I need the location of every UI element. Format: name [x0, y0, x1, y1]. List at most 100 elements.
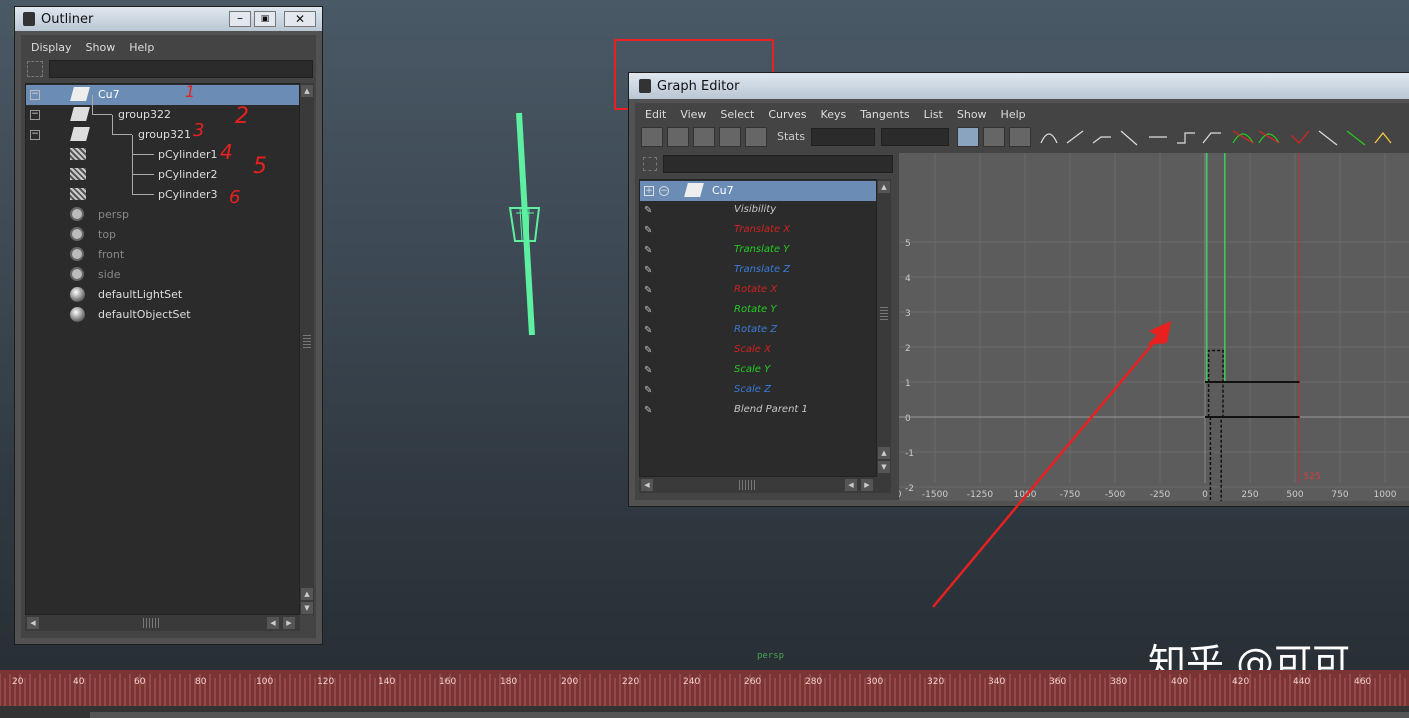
collapse-icon[interactable]: −	[30, 110, 40, 120]
pin-icon[interactable]: ✎	[644, 365, 656, 377]
tangent-tools[interactable]	[1037, 127, 1409, 147]
ge-channel-row[interactable]: ✎ Blend Parent 1	[640, 401, 876, 421]
scroll-left-button[interactable]: ◀	[845, 479, 857, 491]
frame-playback-icon[interactable]	[1009, 127, 1031, 147]
selected-object[interactable]	[500, 105, 560, 345]
scroll-grip[interactable]	[143, 618, 161, 628]
annotation: 5	[253, 154, 267, 179]
collapse-icon[interactable]: −	[30, 130, 40, 140]
scroll-grip[interactable]	[739, 480, 757, 490]
channel-label: Translate X	[734, 224, 791, 235]
outliner-horizontal-scrollbar[interactable]: ◀ ◀ ▶	[25, 615, 300, 631]
menu-curves[interactable]: Curves	[768, 108, 806, 121]
pin-icon[interactable]: ✎	[644, 325, 656, 337]
menu-view[interactable]: View	[680, 108, 706, 121]
menu-edit[interactable]: Edit	[645, 108, 666, 121]
frame-all-icon[interactable]	[957, 127, 979, 147]
pin-icon[interactable]: ✎	[644, 305, 656, 317]
ge-filter-toggle-icon[interactable]	[643, 157, 657, 171]
outliner-item[interactable]: top	[26, 225, 299, 245]
outliner-item[interactable]: defaultObjectSet	[26, 305, 299, 325]
collapse-icon[interactable]: −	[30, 90, 40, 100]
insert-key-tool-icon[interactable]	[667, 127, 689, 147]
menu-select[interactable]: Select	[720, 108, 754, 121]
time-slider-ticks[interactable]: 20 40 60 80 100 120 140 160 180 200 220 240 260 280 30…	[0, 670, 1409, 706]
scroll-right-button[interactable]: ▶	[283, 617, 295, 629]
scroll-right-button[interactable]: ▶	[861, 479, 873, 491]
pin-icon[interactable]: ✎	[644, 285, 656, 297]
scroll-up-button[interactable]: ▲	[878, 447, 890, 459]
outliner-filter-input[interactable]	[49, 60, 313, 78]
pin-icon[interactable]: ✎	[644, 245, 656, 257]
move-key-tool-icon[interactable]	[641, 127, 663, 147]
close-button[interactable]: ✕	[284, 11, 316, 27]
ge-channel-row[interactable]: ✎ Visibility	[640, 201, 876, 221]
pin-icon[interactable]: ✎	[644, 225, 656, 237]
expand-icon[interactable]: +	[644, 186, 654, 196]
menu-show[interactable]: Show	[86, 41, 116, 54]
channel-label: Scale X	[734, 344, 771, 355]
menu-keys[interactable]: Keys	[821, 108, 847, 121]
ge-channel-row[interactable]: ✎ Scale Y	[640, 361, 876, 381]
menu-help[interactable]: Help	[129, 41, 154, 54]
scroll-up-button[interactable]: ▲	[301, 85, 313, 97]
outliner-item[interactable]: defaultLightSet	[26, 285, 299, 305]
frame-selection-icon[interactable]	[983, 127, 1005, 147]
scroll-down-button[interactable]: ▼	[878, 461, 890, 473]
outliner-item[interactable]: − group321	[26, 115, 299, 145]
scroll-down-button[interactable]: ▲	[301, 588, 313, 600]
scroll-left-button[interactable]: ◀	[267, 617, 279, 629]
minimize-button[interactable]: –	[229, 11, 251, 27]
stats-value-field[interactable]	[881, 128, 949, 146]
scroll-left-button[interactable]: ◀	[641, 479, 653, 491]
outliner-titlebar[interactable]: Outliner – ▣ ✕	[15, 7, 322, 31]
ge-channel-row[interactable]: ✎ Rotate Y	[640, 301, 876, 321]
outliner-item[interactable]: front	[26, 245, 299, 265]
maya-icon	[639, 79, 651, 93]
scroll-left-button[interactable]: ◀	[27, 617, 39, 629]
outliner-item[interactable]: − Cu7	[26, 85, 299, 105]
maximize-button[interactable]: ▣	[254, 11, 276, 27]
pin-icon[interactable]: ✎	[644, 265, 656, 277]
y-tick-label: 0	[905, 414, 911, 424]
menu-tangents[interactable]: Tangents	[860, 108, 909, 121]
menu-help[interactable]: Help	[1001, 108, 1026, 121]
scroll-up-button[interactable]: ▲	[878, 181, 890, 193]
menu-display[interactable]: Display	[31, 41, 72, 54]
menu-show[interactable]: Show	[957, 108, 987, 121]
outliner-item[interactable]: persp	[26, 205, 299, 225]
ge-channel-row[interactable]: ✎ Translate Z	[640, 261, 876, 281]
ge-vertical-scrollbar[interactable]: ▲ ▲ ▼	[877, 179, 891, 477]
retime-tool-icon[interactable]	[745, 127, 767, 147]
collapse-icon[interactable]: −	[659, 186, 669, 196]
menu-list[interactable]: List	[924, 108, 943, 121]
ge-channel-row[interactable]: ✎ Translate Y	[640, 241, 876, 261]
region-tool-icon[interactable]	[719, 127, 741, 147]
range-slider[interactable]	[0, 706, 1409, 718]
scroll-down-button[interactable]: ▼	[301, 602, 313, 614]
scroll-grip[interactable]	[880, 307, 888, 321]
ge-channel-row[interactable]: ✎ Rotate X	[640, 281, 876, 301]
outliner-item[interactable]: − group322	[26, 95, 299, 125]
ge-channel-row[interactable]: ✎ Translate X	[640, 221, 876, 241]
pin-icon[interactable]: ✎	[644, 385, 656, 397]
ge-channel-list[interactable]: + − Cu7 ✎ Visibility ✎ Translate X ✎ Translat…	[639, 179, 877, 477]
pin-icon[interactable]: ✎	[644, 205, 656, 217]
filter-toggle-icon[interactable]	[27, 61, 43, 77]
pin-icon[interactable]: ✎	[644, 405, 656, 417]
outliner-item[interactable]: pCylinder3	[26, 175, 299, 205]
lattice-deform-icon[interactable]	[693, 127, 715, 147]
graph-editor-titlebar[interactable]: Graph Editor	[629, 73, 1409, 99]
scroll-grip[interactable]	[303, 335, 311, 349]
ge-channel-row[interactable]: ✎ Scale Z	[640, 381, 876, 401]
ge-horizontal-scrollbar[interactable]: ◀ ◀ ▶	[639, 477, 891, 493]
ge-channel-row[interactable]: ✎ Scale X	[640, 341, 876, 361]
ge-node-row[interactable]: + − Cu7	[640, 181, 876, 201]
stats-frame-field[interactable]	[811, 128, 875, 146]
outliner-vertical-scrollbar[interactable]: ▲ ▲ ▼	[300, 83, 314, 615]
time-slider[interactable]: 20 40 60 80 100 120 140 160 180 200 220 240 260 280 30…	[0, 670, 1409, 706]
pin-icon[interactable]: ✎	[644, 345, 656, 357]
ge-filter-input[interactable]	[663, 155, 893, 173]
ge-channel-row[interactable]: ✎ Rotate Z	[640, 321, 876, 341]
outliner-item[interactable]: side	[26, 265, 299, 285]
